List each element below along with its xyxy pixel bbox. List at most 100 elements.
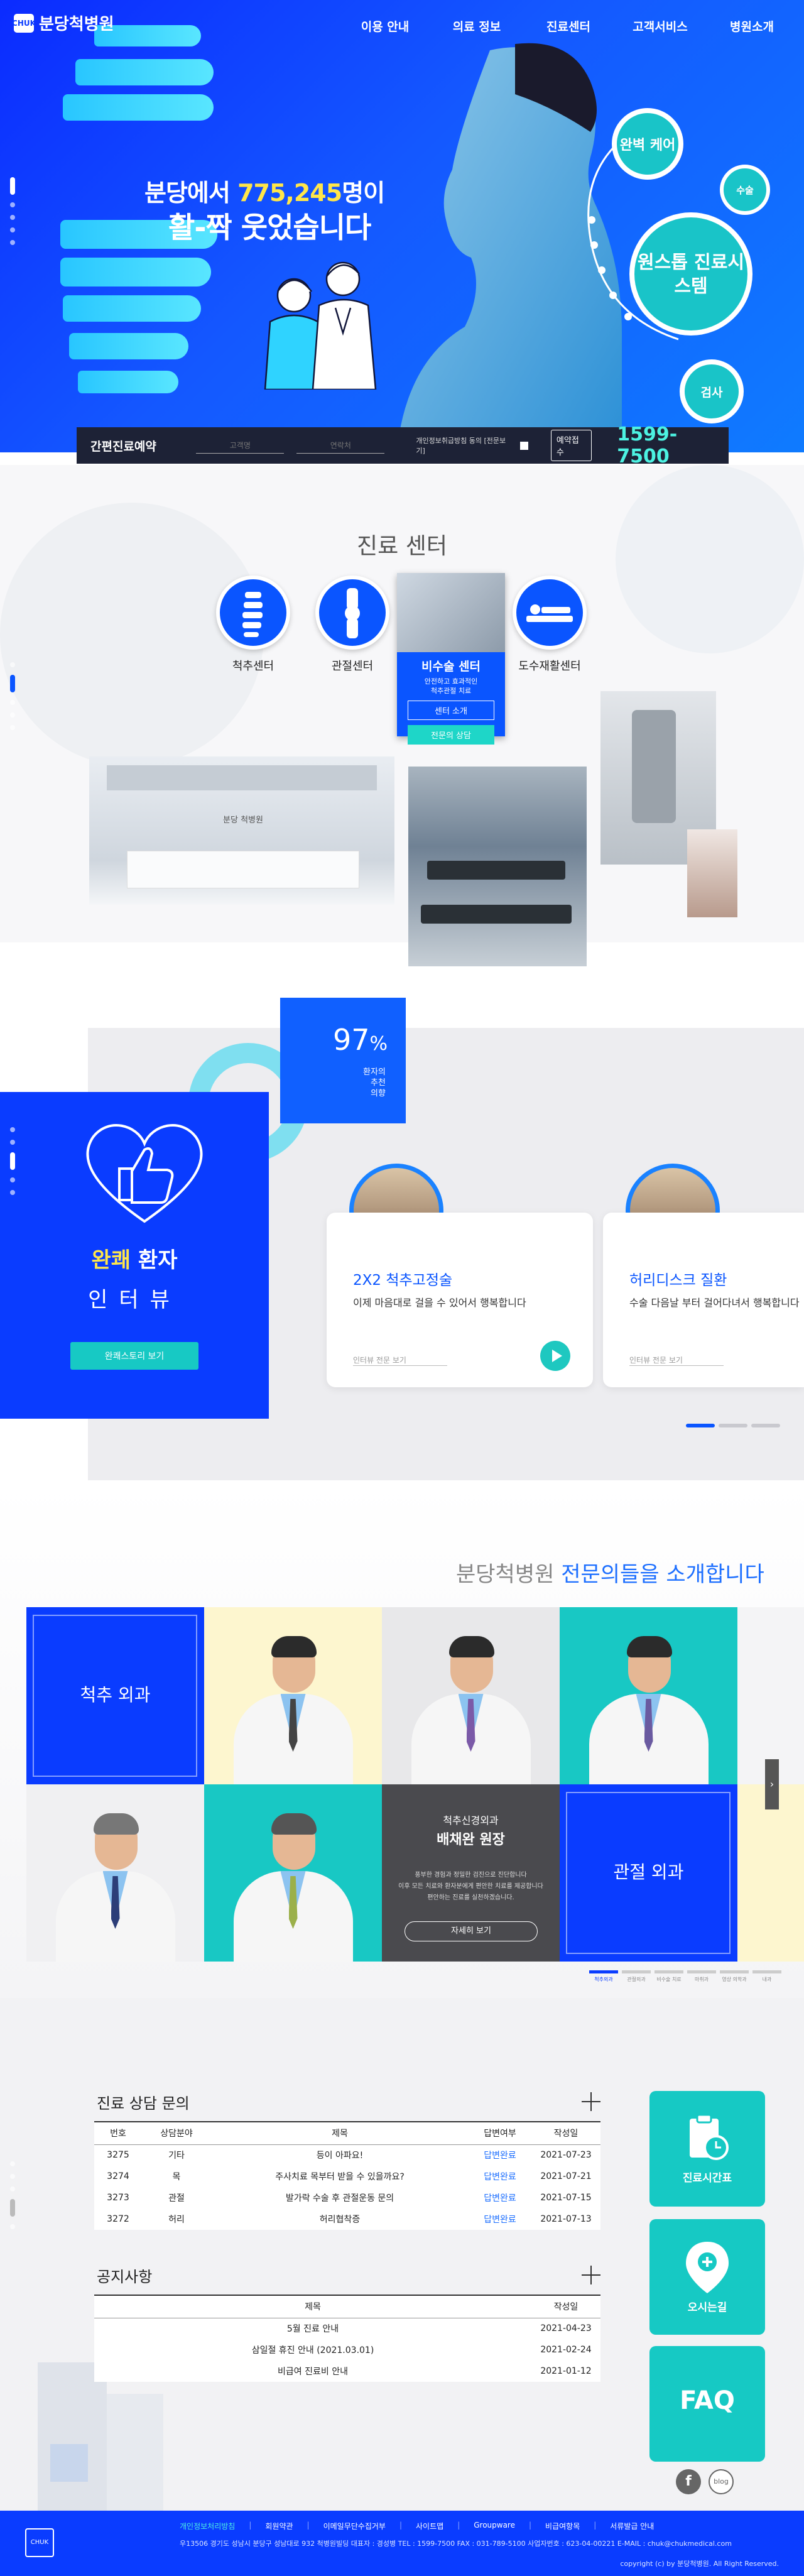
table-row[interactable]: 비급여 진료비 안내 2021-01-12 bbox=[94, 2360, 600, 2382]
table-row[interactable]: 삼일절 휴진 안내 (2021.03.01) 2021-02-24 bbox=[94, 2339, 600, 2360]
spine-graphic bbox=[75, 59, 214, 85]
non-surgical-photo bbox=[397, 573, 505, 652]
interview-card-desc: 수술 다음날 부터 걸어다녀서 행복합니다 bbox=[629, 1297, 800, 1309]
nav-item-centers[interactable]: 진료센터 bbox=[523, 18, 614, 35]
interview-title: 완쾌 환자 bbox=[91, 1248, 178, 1273]
doctor-photo-cell[interactable] bbox=[382, 1607, 560, 1784]
featured-doctor-cell[interactable]: 척추신경외과 배채완 원장 풍부한 경험과 정밀한 검진으로 진단합니다 이후 모… bbox=[382, 1784, 560, 1962]
therapy-room-photo bbox=[408, 767, 587, 966]
category-joint-cell[interactable]: 관절 외과 bbox=[560, 1784, 737, 1962]
section-pager[interactable] bbox=[10, 662, 15, 738]
category-joint-label: 관절 외과 bbox=[613, 1862, 684, 1882]
interview-card[interactable]: 2X2 척추고정술 이제 마음대로 걸을 수 있어서 행복합니다 인터뷰 전문 … bbox=[327, 1213, 593, 1387]
center-section-title: 진료 센터 bbox=[357, 533, 447, 559]
spine-center-label[interactable]: 척추센터 bbox=[203, 657, 303, 674]
table-row[interactable]: 3274 목 주사치료 목부터 받을 수 있을까요? 답변완료 2021-07-21 bbox=[94, 2166, 600, 2187]
footer-link-documents[interactable]: 서류발급 안내 bbox=[610, 2521, 654, 2531]
pager-dot[interactable] bbox=[719, 1424, 747, 1427]
footer-link-terms[interactable]: 회원약관 bbox=[265, 2521, 293, 2531]
col-header: 답변여부 bbox=[469, 2121, 531, 2145]
doctor-photo-cell[interactable] bbox=[737, 1607, 804, 1784]
tab-non-surgical[interactable]: 비수술 치료 bbox=[655, 1970, 683, 1983]
phone-input[interactable] bbox=[296, 437, 385, 454]
spine-center-button[interactable] bbox=[216, 576, 290, 650]
section-pager[interactable] bbox=[10, 2161, 15, 2237]
joint-center-button[interactable] bbox=[315, 576, 389, 650]
interview-card[interactable]: 허리디스크 질환 수술 다음날 부터 걸어다녀서 행복합니다 인터뷰 전문 보기 bbox=[603, 1213, 804, 1387]
play-icon[interactable] bbox=[540, 1341, 570, 1371]
spine-graphic bbox=[69, 333, 188, 359]
interview-more-link[interactable]: 인터뷰 전문 보기 bbox=[353, 1355, 447, 1366]
featured-detail-button[interactable]: 자세히 보기 bbox=[405, 1921, 538, 1941]
doctor-photo-cell[interactable] bbox=[204, 1607, 382, 1784]
inquiry-more-icon[interactable] bbox=[582, 2092, 600, 2111]
reserve-submit-button[interactable]: 예약접수 bbox=[550, 430, 592, 461]
hero-pager[interactable] bbox=[10, 177, 15, 253]
featured-doctor-desc: 풍부한 경험과 정밀한 검진으로 진단합니다 이후 모든 치료와 환자분에게 편안… bbox=[398, 1872, 543, 1901]
privacy-agree-checkbox[interactable] bbox=[520, 441, 528, 450]
footer-link-email-policy[interactable]: 이메일무단수집거부 bbox=[323, 2521, 386, 2531]
tab-anesthesia[interactable]: 마취과 bbox=[687, 1970, 716, 1983]
schedule-button[interactable]: 진료시간표 bbox=[649, 2091, 765, 2207]
center-intro-button[interactable]: 센터 소개 bbox=[408, 701, 494, 720]
footer-link-privacy[interactable]: 개인정보처리방침 bbox=[180, 2521, 235, 2531]
doctor-photo-cell[interactable] bbox=[204, 1784, 382, 1962]
table-row[interactable]: 3275 기타 등이 아파요! 답변완료 2021-07-23 bbox=[94, 2144, 600, 2166]
pager-dot-active[interactable] bbox=[686, 1424, 715, 1427]
consult-button[interactable]: 전문의 상담 bbox=[408, 725, 494, 745]
col-header: 작성일 bbox=[531, 2121, 600, 2145]
faq-button[interactable]: FAQ bbox=[649, 2346, 765, 2462]
doctor-photo-cell[interactable] bbox=[560, 1607, 737, 1784]
section-pager[interactable] bbox=[10, 1127, 15, 1203]
table-row[interactable]: 3273 관절 발가락 수술 후 관절운동 문의 답변완료 2021-07-15 bbox=[94, 2187, 600, 2208]
interview-more-link[interactable]: 인터뷰 전문 보기 bbox=[629, 1355, 724, 1366]
footer-link-sitemap[interactable]: 사이트맵 bbox=[416, 2521, 443, 2531]
logo[interactable]: CHUK 분당척병원 bbox=[12, 11, 114, 35]
directions-button[interactable]: 오시는길 bbox=[649, 2219, 765, 2335]
lobby-photo: 분당 척병원 bbox=[89, 756, 394, 905]
clipboard-clock-icon bbox=[690, 2114, 729, 2160]
nav-item-about[interactable]: 병원소개 bbox=[706, 18, 798, 35]
notice-table: 제목 작성일 5월 진료 안내 2021-04-23 삼일절 휴진 안내 (202… bbox=[94, 2295, 600, 2382]
nav-item-guide[interactable]: 이용 안내 bbox=[339, 18, 431, 35]
interview-subtitle: 인터뷰 bbox=[88, 1287, 181, 1313]
joint-center-label[interactable]: 관절센터 bbox=[302, 657, 403, 674]
col-header: 작성일 bbox=[531, 2295, 600, 2318]
notice-more-icon[interactable] bbox=[582, 2266, 600, 2284]
site-header: CHUK 분당척병원 이용 안내 의료 정보 진료센터 고객서비스 병원소개 bbox=[0, 0, 804, 50]
more-stories-button[interactable]: 완쾌스토리 보기 bbox=[70, 1342, 198, 1370]
col-header: 상담분야 bbox=[142, 2121, 211, 2145]
blog-icon[interactable]: blog bbox=[709, 2469, 734, 2494]
percent-value: 97% bbox=[333, 1023, 388, 1057]
pager-dot[interactable] bbox=[751, 1424, 780, 1427]
hero-banner: 분당에서 775,245명이 활-짝 웃었습니다 완벽 케어 원스톱 진료시스템… bbox=[0, 0, 804, 452]
rehab-center-label[interactable]: 도수재활센터 bbox=[499, 657, 600, 674]
quick-reservation-title: 간편진료예약 bbox=[90, 439, 156, 454]
table-row[interactable]: 3272 허리 허리협착증 답변완료 2021-07-13 bbox=[94, 2208, 600, 2230]
interview-intro-box: 완쾌 환자 인터뷰 완쾌스토리 보기 bbox=[0, 1092, 269, 1419]
table-row[interactable]: 5월 진료 안내 2021-04-23 bbox=[94, 2318, 600, 2339]
privacy-agree-label[interactable]: 개인정보취급방침 동의 [전문보기] bbox=[416, 435, 514, 456]
interview-pager[interactable] bbox=[686, 1424, 780, 1427]
footer-link-groupware[interactable]: Groupware bbox=[474, 2521, 515, 2531]
tab-joint-surgery[interactable]: 관절외과 bbox=[622, 1970, 651, 1983]
tab-radiology[interactable]: 영상 의학과 bbox=[720, 1970, 749, 1983]
col-header: 제목 bbox=[94, 2295, 531, 2318]
next-arrow-icon[interactable]: › bbox=[765, 1759, 779, 1809]
footer-link-fees[interactable]: 비급여항목 bbox=[545, 2521, 580, 2531]
bed-icon bbox=[526, 604, 573, 622]
doctor-photo-cell[interactable] bbox=[26, 1784, 204, 1962]
rehab-center-button[interactable] bbox=[513, 576, 587, 650]
name-input[interactable] bbox=[196, 437, 285, 454]
facebook-icon[interactable]: f bbox=[676, 2469, 701, 2494]
tab-internal-medicine[interactable]: 내과 bbox=[752, 1970, 781, 1983]
tab-spine-surgery[interactable]: 척추외과 bbox=[589, 1970, 618, 1983]
badge-exam: 검사 bbox=[680, 359, 744, 423]
doctor-photo-cell[interactable] bbox=[737, 1784, 804, 1962]
nav-item-customer-service[interactable]: 고객서비스 bbox=[614, 18, 706, 35]
category-spine-cell[interactable]: 척추 외과 bbox=[26, 1607, 204, 1784]
featured-doctor-dept: 척추신경외과 bbox=[443, 1815, 499, 1826]
nav-item-medical-info[interactable]: 의료 정보 bbox=[431, 18, 523, 35]
knee-icon bbox=[345, 588, 360, 638]
badge-one-stop: 원스톱 진료시스템 bbox=[629, 212, 752, 336]
